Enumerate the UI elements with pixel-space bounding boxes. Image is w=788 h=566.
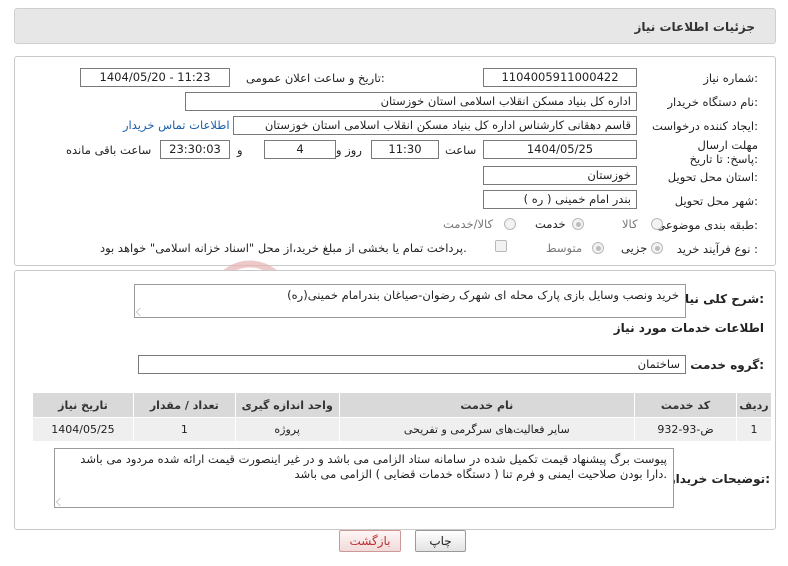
services-table: تاریخ نیاز تعداد / مقدار واحد اندازه گیر… bbox=[32, 392, 773, 442]
col-need-date: تاریخ نیاز bbox=[32, 392, 134, 418]
summary-text: خرید ونصب وسایل بازی پارک محله ای شهرک ر… bbox=[287, 288, 679, 302]
announce-datetime-field: 1404/05/20 - 11:23 bbox=[80, 68, 230, 87]
cell-unit: پروژه bbox=[234, 417, 340, 442]
resize-grip-icon bbox=[55, 497, 65, 507]
category-kala-radio[interactable] bbox=[651, 218, 663, 230]
back-button[interactable]: بازگشت bbox=[339, 530, 401, 552]
category-kala-khedmat-radio[interactable] bbox=[504, 218, 516, 230]
category-kala-khedmat-label: کالا/خدمت bbox=[443, 217, 494, 231]
cell-quantity: 1 bbox=[132, 417, 236, 442]
buyer-org-label: نام دستگاه خریدار: bbox=[667, 95, 758, 109]
treasury-payment-note: پرداخت تمام یا بخشی از مبلغ خرید،از محل … bbox=[100, 241, 467, 255]
table-row: 1404/05/25 1 پروژه سایر فعالیت‌های سرگرم… bbox=[32, 417, 773, 442]
deadline-label: مهلت ارسال پاسخ: تا تاریخ: bbox=[689, 138, 758, 166]
province-label: استان محل تحویل: bbox=[667, 170, 758, 184]
panel-title: جزئیات اطلاعات نیاز bbox=[634, 20, 755, 34]
city-label: شهر محل تحویل: bbox=[674, 194, 758, 208]
requester-field: قاسم دهقانی کارشناس اداره کل بنیاد مسکن … bbox=[233, 116, 637, 135]
treasury-payment-checkbox[interactable] bbox=[495, 240, 507, 252]
deadline-time-word: ساعت bbox=[445, 143, 477, 157]
time-left-field: 23:30:03 bbox=[160, 140, 230, 159]
resize-grip-icon bbox=[135, 307, 145, 317]
print-button[interactable]: چاپ bbox=[415, 530, 466, 552]
category-khedmat-radio[interactable] bbox=[572, 218, 584, 230]
deadline-time-field: 11:30 bbox=[371, 140, 439, 159]
col-unit: واحد اندازه گیری bbox=[234, 392, 340, 418]
category-kala-label: کالا bbox=[622, 217, 638, 231]
need-info-box bbox=[14, 56, 776, 266]
cell-service-name: سایر فعالیت‌های سرگرمی و تفریحی bbox=[338, 417, 636, 442]
cell-need-date: 1404/05/25 bbox=[32, 417, 134, 442]
buyer-notes-line-1: پیوست برگ پیشنهاد قیمت تکمیل شده در ساما… bbox=[80, 452, 667, 466]
deadline-date-field: 1404/05/25 bbox=[483, 140, 637, 159]
announce-datetime-label: تاریخ و ساعت اعلان عمومی: bbox=[246, 71, 385, 85]
buyer-notes-label: توضیحات خریدار: bbox=[668, 472, 770, 486]
cell-service-code: ض-93-932 bbox=[634, 417, 737, 442]
summary-label: شرح کلی نیاز: bbox=[678, 292, 764, 306]
process-motevaset-radio[interactable] bbox=[592, 242, 604, 254]
need-number-field: 1104005911000422 bbox=[483, 68, 637, 87]
service-group-field: ساختمان bbox=[138, 355, 686, 374]
category-khedmat-label: خدمت bbox=[535, 217, 566, 231]
panel-header: جزئیات اطلاعات نیاز bbox=[14, 8, 776, 44]
days-left-field: 4 bbox=[264, 140, 336, 159]
summary-textarea: خرید ونصب وسایل بازی پارک محله ای شهرک ر… bbox=[134, 284, 686, 318]
process-type-label: نوع فرآیند خرید : bbox=[676, 242, 758, 256]
remaining-label: ساعت باقی مانده bbox=[66, 143, 152, 157]
buyer-notes-textarea: پیوست برگ پیشنهاد قیمت تکمیل شده در ساما… bbox=[54, 448, 674, 508]
col-service-code: کد خدمت bbox=[634, 392, 737, 418]
process-jozi-radio[interactable] bbox=[651, 242, 663, 254]
buyer-org-field: اداره کل بنیاد مسکن انقلاب اسلامی استان … bbox=[185, 92, 637, 111]
need-number-label: شماره نیاز: bbox=[703, 71, 758, 85]
col-row-number: ردیف bbox=[735, 392, 773, 418]
process-jozi-label: جزیی bbox=[621, 241, 648, 255]
col-quantity: تعداد / مقدار bbox=[132, 392, 236, 418]
province-field: خوزستان bbox=[483, 166, 637, 185]
category-label: طبقه بندی موضوعی: bbox=[656, 218, 758, 232]
services-info-heading: اطلاعات خدمات مورد نیاز bbox=[613, 321, 764, 335]
buyer-contact-link[interactable]: اطلاعات تماس خریدار bbox=[123, 118, 230, 132]
day-word: روز و bbox=[336, 143, 362, 157]
col-service-name: نام خدمت bbox=[338, 392, 636, 418]
service-group-label: گروه خدمت: bbox=[690, 358, 764, 372]
buyer-notes-line-2: دارا بودن صلاحیت ایمنی و فرم تنا ( دستگا… bbox=[294, 467, 667, 481]
table-header-row: تاریخ نیاز تعداد / مقدار واحد اندازه گیر… bbox=[32, 392, 773, 418]
cell-row-number: 1 bbox=[735, 417, 773, 442]
city-field: بندر امام خمینی ( ره ) bbox=[483, 190, 637, 209]
day-and-word: و bbox=[237, 143, 243, 157]
requester-label: ایجاد کننده درخواست: bbox=[652, 119, 758, 133]
process-motevaset-label: متوسط bbox=[546, 241, 583, 255]
